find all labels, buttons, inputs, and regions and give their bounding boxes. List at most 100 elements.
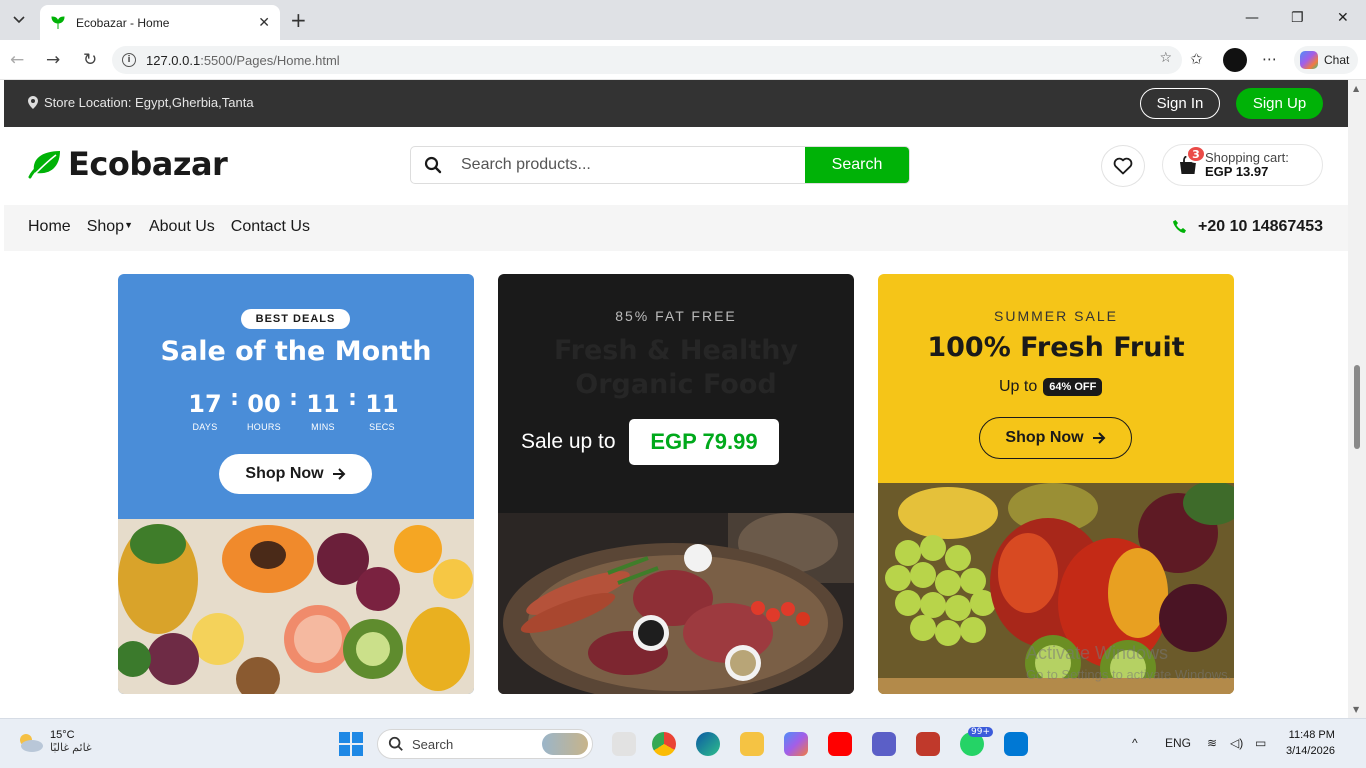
back-button[interactable]: ← — [10, 50, 24, 70]
search-highlight-image — [542, 733, 588, 755]
nav-item-contact[interactable]: Contact Us — [231, 218, 310, 236]
search-icon — [411, 147, 455, 183]
shop-now-label: Shop Now — [1005, 429, 1084, 446]
top-info-bar: Store Location: Egypt,Gherbia,Tanta Sign… — [4, 80, 1348, 127]
search-input[interactable] — [455, 147, 805, 183]
arrow-right-icon — [332, 468, 346, 480]
watermark-line-1: Activate Windows — [1026, 643, 1169, 663]
tab-actions-menu-button[interactable] — [6, 7, 32, 33]
discount-badge: 64% OFF — [1043, 378, 1103, 396]
vscode-icon[interactable] — [1004, 732, 1028, 756]
browser-tab-active[interactable]: Ecobazar - Home ✕ — [40, 5, 280, 40]
new-tab-button[interactable]: + — [290, 8, 307, 32]
youtube-icon[interactable] — [828, 732, 852, 756]
taskbar-search[interactable]: Search — [377, 729, 593, 759]
shop-now-label: Shop Now — [245, 465, 324, 482]
window-close-button[interactable]: ✕ — [1337, 10, 1349, 26]
best-deals-pill: BEST DEALS — [241, 309, 350, 329]
site-info-icon[interactable]: i — [122, 53, 136, 67]
shop-now-button[interactable]: Shop Now — [219, 454, 372, 494]
windows-start-icon[interactable] — [339, 732, 363, 756]
battery-icon[interactable]: ▭ — [1255, 736, 1266, 750]
sale-up-to-text: Sale up to — [521, 430, 616, 453]
copilot-icon — [1300, 51, 1318, 69]
card-title: Fresh & Healthy Organic Food — [498, 334, 854, 402]
favorite-star-icon[interactable]: ☆ — [1159, 50, 1172, 66]
logo-text: Ecobazar — [68, 145, 228, 183]
countdown-separator: : — [348, 386, 357, 411]
countdown-mins: 11 MINS — [306, 390, 340, 432]
nav-item-shop[interactable]: Shop▼ — [87, 218, 133, 236]
scrollbar-thumb[interactable] — [1354, 365, 1360, 449]
summer-sale-tag: SUMMER SALE — [994, 308, 1118, 324]
reload-button[interactable]: ↻ — [83, 50, 97, 70]
more-menu-icon[interactable]: ⋯ — [1262, 50, 1277, 68]
chrome-icon[interactable] — [652, 732, 676, 756]
cart-amount: EGP 13.97 — [1205, 164, 1269, 179]
profile-avatar[interactable] — [1223, 48, 1247, 72]
tray-overflow-icon[interactable]: ^ — [1132, 736, 1138, 750]
page-scrollbar[interactable]: ▲ ▼ — [1348, 80, 1366, 718]
url-text: 127.0.0.1:5500/Pages/Home.html — [146, 52, 340, 68]
tab-close-icon[interactable]: ✕ — [258, 15, 270, 31]
clock-date: 3/14/2026 — [1286, 745, 1335, 757]
copilot-app-icon[interactable] — [784, 732, 808, 756]
countdown-separator: : — [230, 386, 239, 411]
promo-card-sale-of-month: BEST DEALS Sale of the Month 17 DAYS : 00… — [118, 274, 474, 694]
card-title-line-1: Fresh & Healthy — [553, 335, 799, 366]
countdown-days: 17 DAYS — [188, 390, 222, 432]
scroll-down-icon[interactable]: ▼ — [1353, 705, 1359, 714]
tab-title: Ecobazar - Home — [76, 15, 170, 30]
nav-item-home[interactable]: Home — [28, 218, 71, 236]
phone-icon — [1172, 220, 1186, 233]
nav-item-about[interactable]: About Us — [149, 218, 215, 236]
site-logo[interactable]: Ecobazar — [28, 145, 228, 183]
wishlist-button[interactable] — [1101, 145, 1145, 187]
wifi-icon[interactable]: ≋ — [1207, 736, 1217, 750]
language-indicator[interactable]: ENG — [1165, 736, 1191, 750]
scroll-up-icon[interactable]: ▲ — [1353, 84, 1359, 93]
card-title-line-2: Organic Food — [575, 369, 777, 400]
discount-line: Up to 64% OFF — [999, 378, 1103, 396]
search-button[interactable]: Search — [805, 147, 909, 183]
forward-button[interactable]: → — [46, 50, 60, 70]
copilot-chat-button[interactable]: Chat — [1294, 46, 1358, 74]
edge-icon[interactable] — [696, 732, 720, 756]
phone-number[interactable]: +20 10 14867453 — [1172, 218, 1323, 236]
address-bar[interactable]: i 127.0.0.1:5500/Pages/Home.html ☆ — [112, 46, 1182, 74]
file-explorer-icon[interactable] — [740, 732, 764, 756]
meat-platter-image — [498, 513, 854, 694]
shop-now-button[interactable]: Shop Now — [979, 417, 1132, 459]
card-title: Sale of the Month — [160, 336, 432, 367]
nav-item-shop-label: Shop — [86, 218, 125, 235]
phone-text: +20 10 14867453 — [1197, 218, 1323, 235]
cart-label: Shopping cart: — [1205, 150, 1289, 165]
volume-icon[interactable]: ◁) — [1230, 736, 1243, 750]
caret-down-icon: ▼ — [124, 220, 133, 230]
system-clock[interactable]: 11:48 PM 3/14/2026 — [1286, 727, 1335, 759]
promo-card-organic-food: 85% FAT FREE Fresh & Healthy Organic Foo… — [498, 274, 854, 694]
weather-desc: غائم غالبًا — [50, 742, 92, 754]
store-location: Store Location: Egypt,Gherbia,Tanta — [28, 95, 254, 110]
map-pin-icon — [28, 96, 38, 109]
minimize-button[interactable]: — — [1245, 10, 1259, 26]
sign-up-button[interactable]: Sign Up — [1236, 88, 1323, 119]
browser-tab-strip: Ecobazar - Home ✕ + — ❐ ✕ — [0, 0, 1366, 40]
weather-widget[interactable]: 15°C غائم غالبًا — [16, 729, 92, 754]
leaf-favicon-icon — [51, 15, 65, 29]
sale-price-box: EGP 79.99 — [629, 419, 779, 465]
up-to-text: Up to — [999, 378, 1038, 395]
sign-in-button[interactable]: Sign In — [1140, 88, 1220, 119]
shopping-cart[interactable]: 3 Shopping cart: EGP 13.97 — [1162, 144, 1323, 186]
favorites-icon[interactable]: ✩ — [1190, 50, 1203, 68]
countdown-hours: 00 HOURS — [246, 390, 281, 432]
windows-activation-watermark: Activate Windows Go to Settings to activ… — [1026, 643, 1231, 682]
arrow-right-icon — [1092, 432, 1106, 444]
maximize-button[interactable]: ❐ — [1291, 10, 1304, 26]
teams-icon[interactable] — [872, 732, 896, 756]
task-view-icon[interactable] — [612, 732, 636, 756]
promo-card-fresh-fruit: SUMMER SALE 100% Fresh Fruit Up to 64% O… — [878, 274, 1234, 694]
windows-taskbar: 15°C غائم غالبًا Search 99+ ^ ENG ≋ ◁) ▭… — [0, 718, 1366, 768]
app-p-icon[interactable] — [916, 732, 940, 756]
countdown-separator: : — [289, 386, 298, 411]
